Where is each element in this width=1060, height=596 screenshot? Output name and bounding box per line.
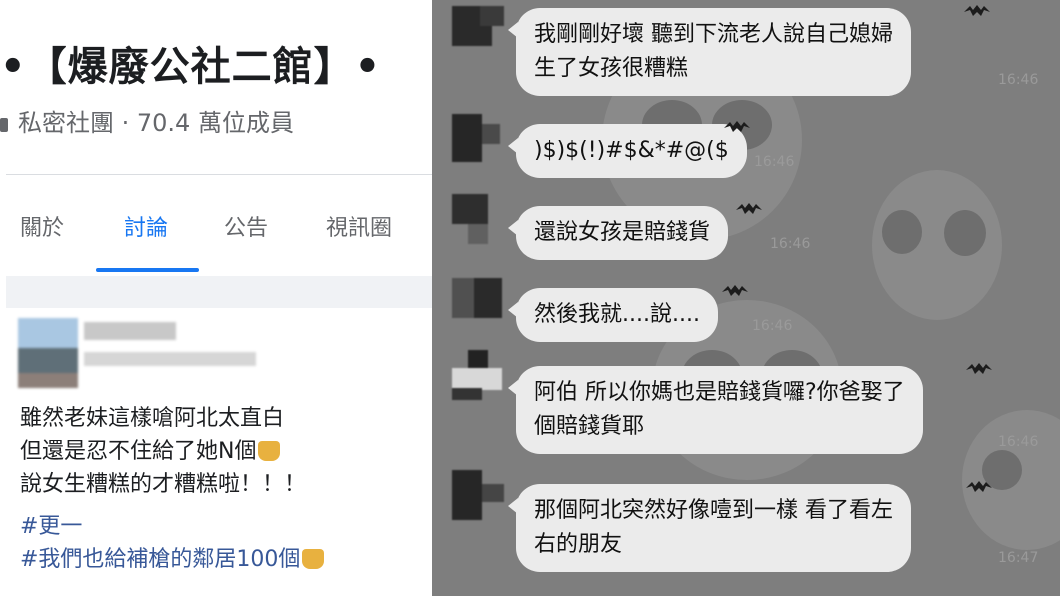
- chat-bubble: 還說女孩是賠錢貨: [507, 206, 729, 260]
- chat-bubble: 那個阿北突然好像噎到一樣 看了看左 右的朋友: [508, 484, 911, 572]
- lock-icon: [0, 118, 8, 132]
- tab-about[interactable]: 關於: [20, 210, 64, 242]
- message-line: 然後我就....說....: [534, 302, 700, 327]
- message-line: 那個阿北突然好像噎到一樣 看了看左: [534, 498, 893, 523]
- background-skull-decoration: [872, 170, 1002, 320]
- message-time: 16:47: [998, 550, 1039, 566]
- message-line: 右的朋友: [534, 532, 623, 557]
- thumbs-up-icon: [258, 441, 281, 461]
- message-line: 我剛剛好壞 聽到下流老人說自己媳婦: [534, 22, 893, 47]
- bat-icon: [722, 285, 748, 296]
- post-meta-blurred: [84, 352, 256, 366]
- sender-avatar[interactable]: [452, 114, 504, 164]
- thumbs-up-icon: [302, 549, 325, 569]
- post-line-with-emoji: 但還是忍不住給了她N個: [20, 435, 306, 468]
- message-time: 16:46: [770, 236, 811, 252]
- group-privacy-members: 私密社團 · 70.4 萬位成員: [18, 109, 294, 137]
- sender-avatar[interactable]: [452, 6, 504, 56]
- post-hashtags: #更一 #我們也給補槍的鄰居100個: [20, 510, 325, 576]
- group-title[interactable]: •【爆廢公社二館】•: [0, 34, 432, 92]
- active-tab-indicator: [96, 268, 199, 272]
- post-line: 雖然老妹這樣嗆阿北太直白: [20, 406, 285, 431]
- message-time: 16:46: [998, 72, 1039, 88]
- tab-video-rooms[interactable]: 視訊圈: [326, 210, 392, 242]
- message-line: 阿伯 所以你媽也是賠錢貨囉?你爸娶了: [534, 380, 905, 405]
- bat-icon: [966, 481, 992, 492]
- tab-announcements[interactable]: 公告: [224, 210, 268, 242]
- sender-avatar[interactable]: [452, 470, 504, 520]
- author-name-blurred[interactable]: [84, 322, 176, 340]
- chat-panel: 我剛剛好壞 聽到下流老人說自己媳婦 生了女孩很糟糕 16:46 )$)$(!)#…: [432, 0, 1060, 596]
- hashtag-link-with-emoji[interactable]: #我們也給補槍的鄰居100個: [20, 543, 325, 576]
- post-line: 說女生糟糕的才糟糕啦！！！: [20, 472, 307, 497]
- bat-icon: [964, 5, 990, 16]
- bat-icon: [966, 363, 992, 374]
- message-line: 生了女孩很糟糕: [534, 56, 689, 81]
- bat-icon: [736, 203, 762, 214]
- chat-bubble: 我剛剛好壞 聽到下流老人說自己媳婦 生了女孩很糟糕: [508, 8, 911, 96]
- hashtag-link[interactable]: #更一: [20, 510, 324, 543]
- chat-bubble: 阿伯 所以你媽也是賠錢貨囉?你爸娶了 個賠錢貨耶: [508, 366, 923, 454]
- message-time: 16:46: [998, 434, 1039, 450]
- message-time: 16:46: [754, 154, 795, 170]
- group-subtitle: 私密社團 · 70.4 萬位成員: [0, 103, 294, 138]
- bat-icon: [724, 121, 750, 132]
- chat-bubble: )$)$(!)#$&*#@($: [508, 124, 747, 178]
- sender-avatar[interactable]: [452, 194, 504, 244]
- message-line: )$)$(!)#$&*#@($: [534, 138, 729, 163]
- divider: [6, 174, 432, 175]
- feed-separator: [6, 276, 432, 308]
- post-body: 雖然老妹這樣嗆阿北太直白 但還是忍不住給了她N個 說女生糟糕的才糟糕啦！！！: [20, 402, 306, 501]
- author-avatar[interactable]: [18, 318, 78, 388]
- sender-avatar[interactable]: [452, 278, 504, 328]
- message-line: 個賠錢貨耶: [534, 414, 645, 439]
- message-time: 16:46: [752, 318, 793, 334]
- sender-avatar[interactable]: [452, 350, 504, 400]
- tab-discussion[interactable]: 討論: [124, 210, 168, 242]
- message-line: 還說女孩是賠錢貨: [534, 220, 711, 245]
- facebook-group-panel: •【爆廢公社二館】• 私密社團 · 70.4 萬位成員 關於 討論 公告 視訊圈…: [0, 0, 432, 596]
- chat-bubble: 然後我就....說....: [508, 288, 718, 342]
- group-tabs: 關於 討論 公告 視訊圈: [0, 176, 432, 276]
